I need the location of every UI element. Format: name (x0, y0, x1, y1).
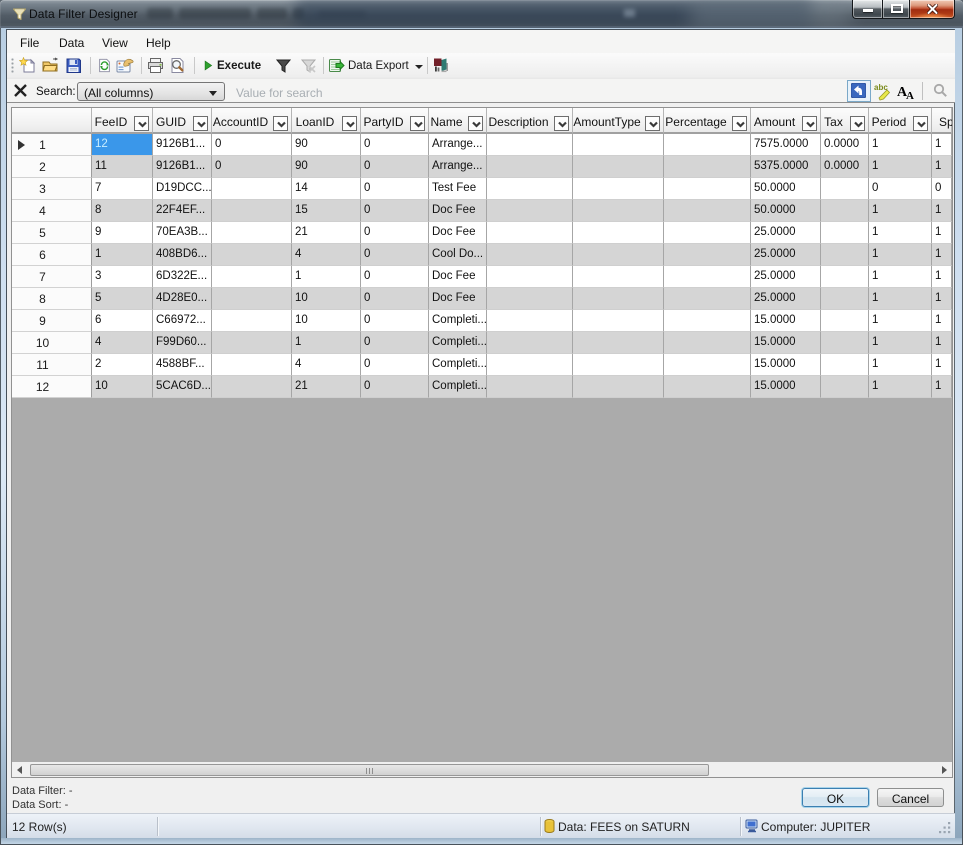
svg-text:A: A (906, 90, 914, 100)
